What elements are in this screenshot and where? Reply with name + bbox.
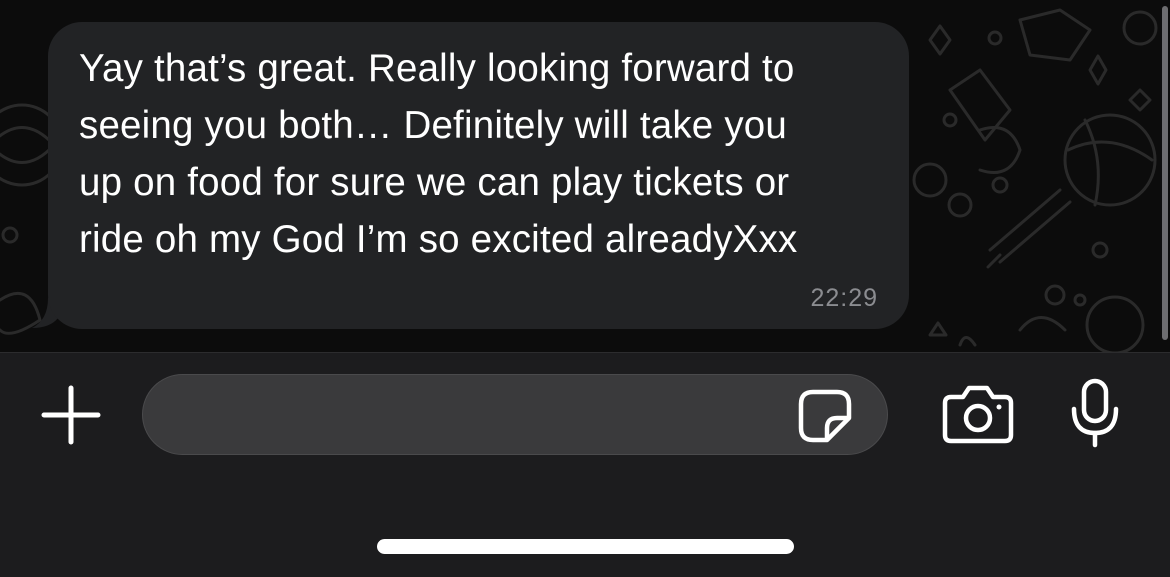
sticker-button[interactable] xyxy=(795,386,855,446)
camera-button[interactable] xyxy=(938,381,1018,447)
scrollbar[interactable] xyxy=(1162,6,1168,340)
plus-icon xyxy=(41,385,101,445)
message-list[interactable]: Yay that’s great. Really looking forward… xyxy=(0,0,1170,352)
message-timestamp: 22:29 xyxy=(810,284,878,312)
camera-icon xyxy=(942,385,1014,444)
microphone-button[interactable] xyxy=(1060,375,1130,451)
home-indicator[interactable] xyxy=(377,539,794,554)
message-bubble[interactable]: Yay that’s great. Really looking forward… xyxy=(48,22,909,329)
attach-button[interactable] xyxy=(36,377,106,453)
message-text: Yay that’s great. Really looking forward… xyxy=(79,47,798,261)
sticker-icon xyxy=(798,389,852,443)
chat-screen: Yay that’s great. Really looking forward… xyxy=(0,0,1170,577)
composer-bar xyxy=(0,352,1170,577)
message-input[interactable] xyxy=(142,374,888,455)
microphone-icon xyxy=(1071,378,1119,448)
